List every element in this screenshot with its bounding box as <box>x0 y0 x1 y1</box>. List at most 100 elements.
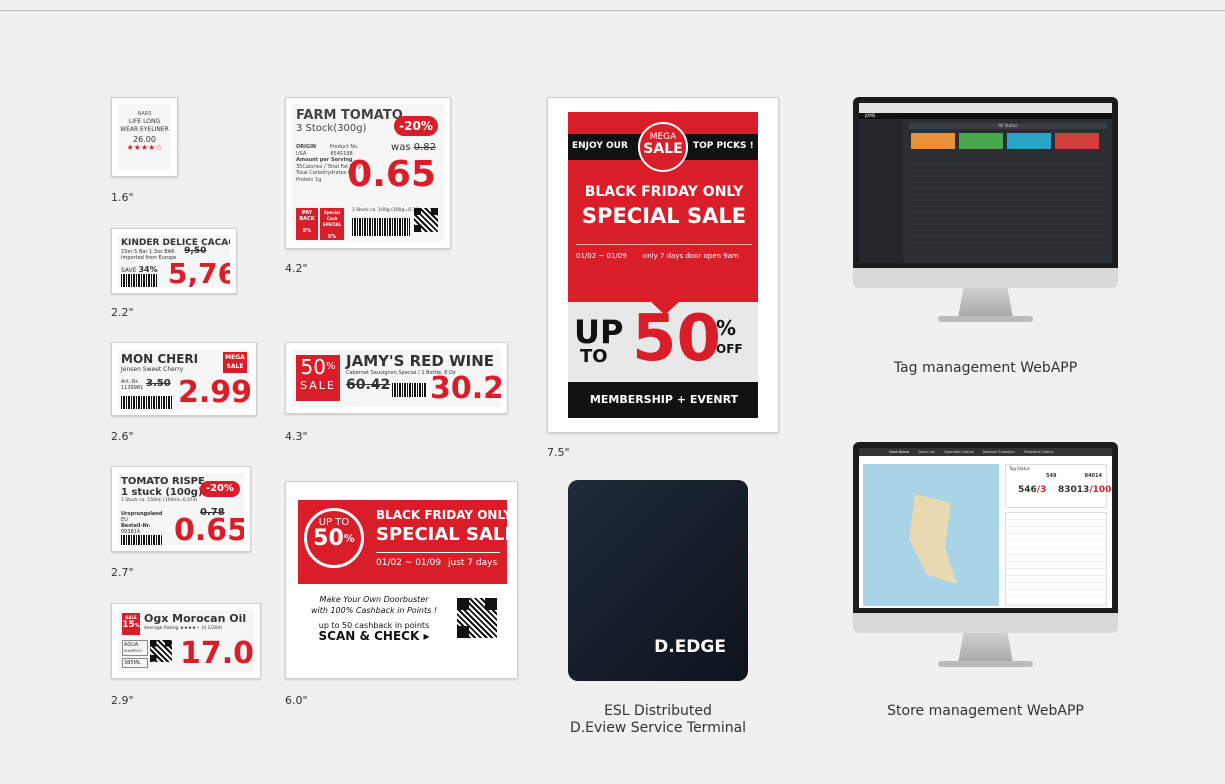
payback-line2: BACK <box>299 216 315 222</box>
size-label: 2.9" <box>111 694 134 707</box>
esl-tag-7-5: ENJOY OUR MEGA SALE TOP PICKS ! BLACK FR… <box>547 97 779 433</box>
special-line1: Special Cash <box>323 210 341 221</box>
art-number: 1139981 <box>121 385 144 391</box>
tag-title: Ogx Morocan Oil <box>144 612 247 625</box>
top-picks-text: TOP PICKS ! <box>693 141 754 151</box>
tag-was-price: 3.50 <box>146 378 171 389</box>
size-label: 4.3" <box>285 430 308 443</box>
stat-num6: /1001 <box>1089 485 1112 495</box>
tag-price: 30.21 <box>430 371 501 406</box>
was-label: was <box>391 142 411 153</box>
app-logo: JOMS <box>865 113 876 118</box>
barcode <box>352 218 410 236</box>
badge-number: 15 <box>122 620 135 630</box>
promo-line1: Make Your Own Doorbuster <box>319 595 429 604</box>
tag-table <box>911 159 1103 245</box>
app-sidebar <box>859 119 903 263</box>
tag-status-panel: Tag Status 549 84014 546/3 83013/1001 <box>1005 464 1112 508</box>
esl-tag-4-2: FARM TOMATO 3 Stock(300g) -20% ORIGIN Pr… <box>285 97 451 249</box>
monitor-chin <box>853 268 1118 288</box>
status-card-orange <box>911 133 955 149</box>
size-box: 385ML <box>122 658 148 668</box>
tab-statistical-status[interactable]: Statistical Status <box>1024 450 1054 454</box>
badge-percent: % <box>134 623 140 629</box>
store-app-screen: Dash Board Store List Operation Status N… <box>859 448 1112 608</box>
status-card-green <box>959 133 1003 149</box>
off-text: OFF <box>716 342 743 356</box>
tag-stock-line: 1 Stuck ca. 150ml (100ml=0,474) <box>121 498 198 503</box>
tab-dashboard[interactable]: Dash Board <box>889 450 909 454</box>
esl-tag-2-2: KINDER DELICE CACAO 15er 5 Bar 1.3oz BAR… <box>111 228 237 294</box>
store-map <box>863 464 999 606</box>
payback-percent: 5% <box>302 228 312 234</box>
scan-check: SCAN & CHECK ▸ <box>318 629 430 643</box>
tag-product-line1: LIFE LONG <box>128 118 161 125</box>
banner-line1: BLACK FRIDAY ONLY <box>376 508 511 522</box>
tag-price: 0.65 <box>174 513 244 545</box>
browser-bar <box>859 103 1112 113</box>
special-cash-badge: Special Cash SPECIAL 5% <box>320 208 344 240</box>
special-percent: 5% <box>327 234 337 240</box>
status-header: All Status <box>909 123 1107 129</box>
tag-title: KINDER DELICE CACAO <box>121 238 230 248</box>
store-app-nav: Dash Board Store List Operation Status N… <box>859 448 1112 456</box>
promo-line2: with 100% Cashback in Points ! <box>310 606 438 615</box>
tab-network-evolution[interactable]: Network Evolution <box>983 450 1015 454</box>
tag-price: 0.65 <box>347 154 436 195</box>
size-label: 2.7" <box>111 566 134 579</box>
qr-code <box>150 640 172 662</box>
stat-num4: /3 <box>1036 485 1047 495</box>
size-label: 4.2" <box>285 262 308 275</box>
badge-top: SALE <box>125 615 137 620</box>
sale-label: SALE <box>300 379 336 392</box>
special-sale-text: SPECIAL SALE <box>581 204 747 228</box>
origin-value: USA <box>296 150 307 157</box>
tag-app-caption: Tag management WebAPP <box>893 360 1078 376</box>
qr-code <box>414 208 438 232</box>
esl-tag-6-0: UP TO 50% BLACK FRIDAY ONLY SPECIAL SALE… <box>285 481 518 679</box>
percent-symbol: % <box>325 361 336 372</box>
tab-operation-status[interactable]: Operation Status <box>944 450 974 454</box>
monitor-chin <box>853 613 1118 633</box>
tag-was-price: 0.82 <box>413 142 436 153</box>
status-card-red <box>1055 133 1099 149</box>
tab-store-list[interactable]: Store List <box>918 450 934 454</box>
terminal-caption-line1: ESL Distributed <box>604 703 712 719</box>
product-no-label: Product No. <box>329 144 359 150</box>
days-text: only 7 days door open 9am <box>642 252 739 260</box>
circle-percent: % <box>343 532 355 545</box>
store-table <box>1005 512 1107 606</box>
banner-line2: SPECIAL SALE <box>376 524 511 545</box>
size-label: 1.6" <box>111 191 134 204</box>
payback-badge: PAY BACK 5% <box>296 208 318 240</box>
qr-code <box>457 598 497 638</box>
stat-num1: 549 <box>1046 473 1057 479</box>
banner-days: just 7 days <box>448 558 498 568</box>
banner-divider <box>576 244 752 245</box>
size-label: 6.0" <box>285 694 308 707</box>
rating-text: Average Rating ★★★★☆ (4.1/284) <box>144 626 223 631</box>
mega-sale-circle: MEGA SALE <box>638 122 688 172</box>
discount-badge: -20% <box>200 481 240 497</box>
membership-text: MEMBERSHIP + EVENRT <box>589 393 739 406</box>
esl-tag-1-6: NARS LIFE LONG WEAR EYELINER 26.00 ★★★★☆ <box>111 97 178 177</box>
black-friday-text: BLACK FRIDAY ONLY <box>584 184 744 200</box>
size-label: 7.5" <box>547 446 570 459</box>
tag-status-title: Tag Status <box>1009 466 1030 471</box>
stat-num2: 84014 <box>1084 473 1102 479</box>
top-banner: ENJOY OUR MEGA SALE TOP PICKS ! BLACK FR… <box>568 112 758 315</box>
tag-price: 5,76 <box>168 257 230 287</box>
special-line2: SPECIAL <box>322 222 342 227</box>
badge-line1: MEGA <box>225 354 245 361</box>
tag-was-price: 60.42 <box>346 377 391 393</box>
mega-sale-badge: MEGA SALE <box>223 352 247 373</box>
origin-label: ORIGIN <box>296 144 317 150</box>
sale-text: SALE <box>643 141 683 157</box>
banner-divider <box>376 552 500 553</box>
rating-stars: ★★★★☆ <box>126 143 163 152</box>
size-label: 2.6" <box>111 430 134 443</box>
membership-strip: MEMBERSHIP + EVENRT <box>568 382 758 418</box>
badge-line2: SALE <box>226 363 244 370</box>
stat-num3: 546 <box>1018 485 1037 495</box>
sale-badge: SALE 15% <box>122 613 140 635</box>
